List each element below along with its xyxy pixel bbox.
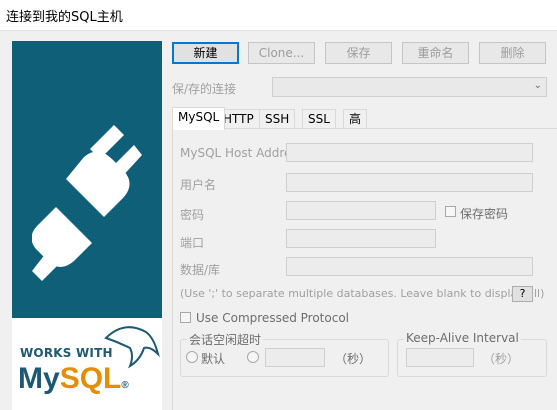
saved-connections-select[interactable]: ⌄ <box>272 77 547 97</box>
keepalive-unit-label: （秒） <box>483 352 520 366</box>
username-label: 用户名 <box>180 178 217 192</box>
idle-unit-label: （秒） <box>335 352 372 366</box>
database-label: 数据/库 <box>180 263 221 277</box>
database-hint: (Use ';' to separate multiple databases.… <box>180 287 545 300</box>
plug-icon <box>32 125 142 281</box>
idle-timeout-input[interactable] <box>265 348 325 367</box>
database-input[interactable] <box>286 257 533 276</box>
save-password-label: 保存密码 <box>460 207 509 221</box>
rename-button[interactable]: 重命名 <box>402 42 469 64</box>
chevron-down-icon: ⌄ <box>533 80 542 91</box>
mysql-wordmark: MySQL® <box>18 362 129 395</box>
tab-ssh[interactable]: SSH <box>259 109 296 129</box>
host-input[interactable] <box>286 143 533 162</box>
new-button[interactable]: 新建 <box>172 42 239 64</box>
tab-mysql[interactable]: MySQL <box>172 107 226 130</box>
idle-custom-radio[interactable] <box>247 351 259 363</box>
keepalive-input[interactable] <box>406 348 474 367</box>
help-button[interactable]: ? <box>512 286 533 302</box>
idle-default-radio[interactable] <box>186 351 198 363</box>
password-label: 密码 <box>180 208 205 222</box>
idle-timeout-title: 会话空闲超时 <box>187 331 264 348</box>
port-label: 端口 <box>180 236 205 250</box>
username-input[interactable] <box>286 173 533 192</box>
delete-button[interactable]: 删除 <box>479 42 546 64</box>
tab-advanced[interactable]: 高级功能 <box>343 109 368 180</box>
idle-default-label: 默认 <box>201 352 226 366</box>
password-input[interactable] <box>286 201 436 220</box>
tab-ssl[interactable]: SSL <box>302 109 336 129</box>
keepalive-title: Keep-Alive Interval <box>404 331 521 345</box>
port-input[interactable] <box>286 229 436 248</box>
works-with-mysql-logo: WORKS WITH MySQL® <box>12 318 162 410</box>
window-title: 连接到我的SQL主机 <box>6 10 123 25</box>
compressed-protocol-label: Use Compressed Protocol <box>196 311 349 325</box>
saved-connections-label: 保/存的连接 <box>172 82 237 96</box>
save-button[interactable]: 保存 <box>325 42 392 64</box>
clone-button[interactable]: Clone... <box>248 42 315 64</box>
compressed-protocol-checkbox[interactable] <box>180 312 191 323</box>
save-password-checkbox[interactable] <box>445 206 456 217</box>
works-with-text: WORKS WITH <box>20 346 113 360</box>
title-bar: 连接到我的SQL主机 <box>0 0 557 31</box>
